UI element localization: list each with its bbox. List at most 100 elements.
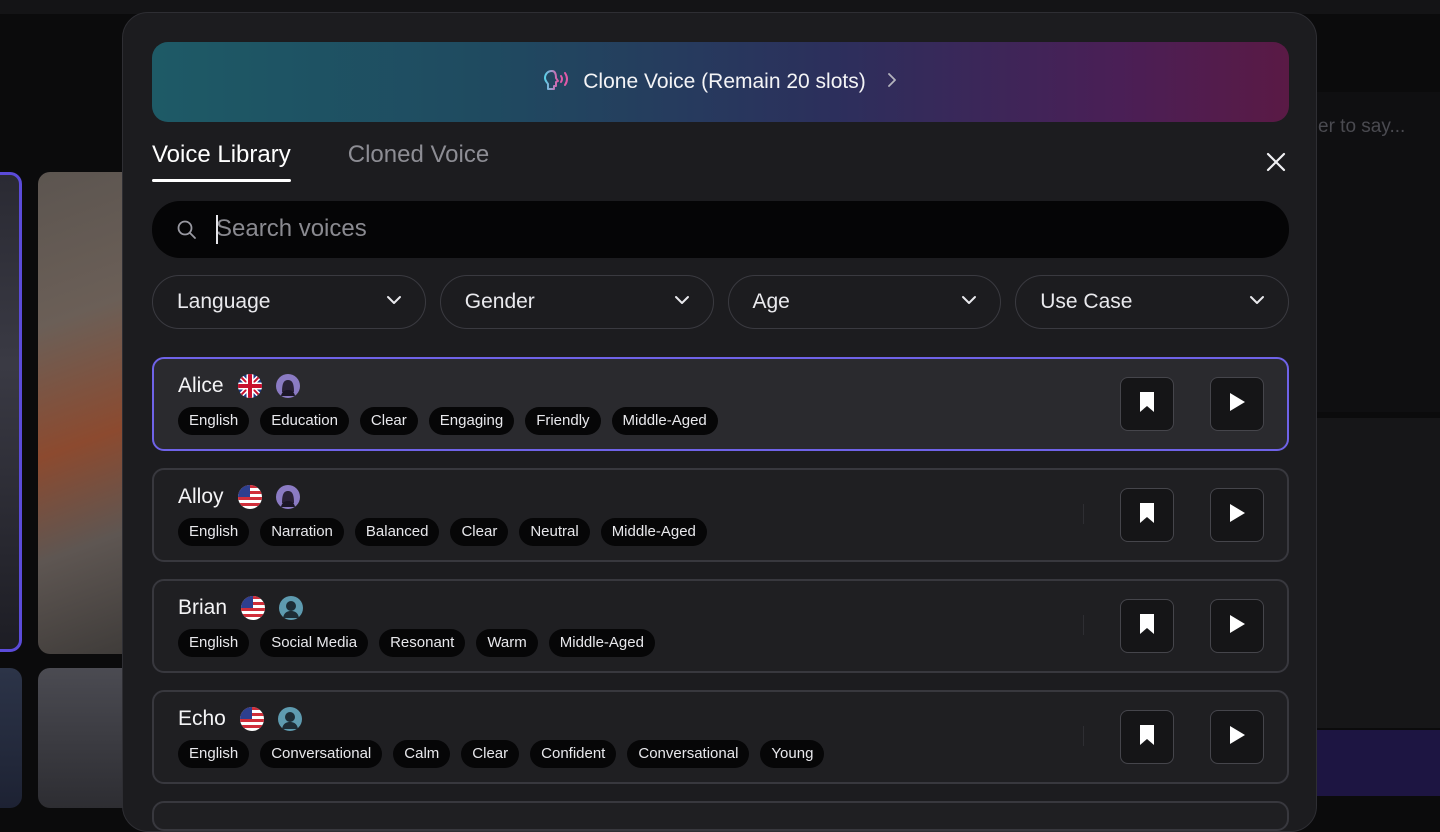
voice-tag: Balanced (355, 518, 440, 546)
bookmark-icon (1138, 391, 1156, 418)
background-video-card (0, 668, 22, 808)
voice-tag: Confident (530, 740, 616, 768)
voice-list: Alice English Education Clear Engaging Frien… (152, 357, 1289, 831)
tab-cloned-voice[interactable]: Cloned Voice (348, 139, 489, 181)
background-action-bar (1316, 730, 1440, 796)
search-icon (176, 219, 198, 246)
voice-name-row: Alloy (178, 483, 300, 511)
voice-tags: English Narration Balanced Clear Neutral Midd… (178, 518, 707, 546)
voice-tag: English (178, 740, 249, 768)
use-case-filter-dropdown[interactable]: Use Case (1015, 275, 1289, 329)
search-bar (152, 201, 1289, 258)
divider (1083, 726, 1084, 746)
female-avatar-icon (276, 374, 300, 398)
voice-name-row: Brian (178, 594, 303, 622)
voice-tag: Neutral (519, 518, 589, 546)
background-script-placeholder: er to say... (1318, 116, 1405, 138)
background-video-card (0, 172, 22, 652)
voice-tag: Young (760, 740, 824, 768)
background-panel-lower (1316, 418, 1440, 728)
voice-tag: Social Media (260, 629, 368, 657)
voice-tag: Friendly (525, 407, 600, 435)
us-flag-icon (238, 485, 262, 509)
background-script-panel (1316, 92, 1440, 412)
clone-voice-button[interactable]: Clone Voice (Remain 20 slots) (152, 42, 1289, 122)
play-button[interactable] (1210, 599, 1264, 653)
voice-tag: Middle-Aged (549, 629, 655, 657)
voice-tag: Education (260, 407, 349, 435)
voice-tabs: Voice Library Cloned Voice (152, 139, 489, 183)
uk-flag-icon (238, 374, 262, 398)
bookmark-button[interactable] (1120, 488, 1174, 542)
voice-wave-icon (543, 68, 571, 97)
bookmark-icon (1138, 613, 1156, 640)
voice-tag: English (178, 407, 249, 435)
voice-tags: English Conversational Calm Clear Confident C… (178, 740, 824, 768)
male-avatar-icon (279, 596, 303, 620)
voice-item-brian[interactable]: Brian English Social Media Resonant Warm Mid… (152, 579, 1289, 673)
us-flag-icon (241, 596, 265, 620)
bookmark-icon (1138, 502, 1156, 529)
age-filter-dropdown[interactable]: Age (728, 275, 1002, 329)
bookmark-button[interactable] (1120, 377, 1174, 431)
divider (1083, 504, 1084, 524)
voice-item-echo[interactable]: Echo English Conversational Calm Clear Confi… (152, 690, 1289, 784)
chevron-down-icon (1248, 293, 1266, 311)
male-avatar-icon (278, 707, 302, 731)
chevron-down-icon (960, 293, 978, 311)
voice-picker-modal: Clone Voice (Remain 20 slots) Voice Libr… (122, 12, 1317, 832)
voice-tag: Clear (461, 740, 519, 768)
filter-label: Language (177, 290, 270, 314)
text-cursor (216, 215, 218, 244)
voice-tag: Warm (476, 629, 537, 657)
voice-tag: Conversational (627, 740, 749, 768)
gender-filter-dropdown[interactable]: Gender (440, 275, 714, 329)
filter-label: Age (753, 290, 790, 314)
filter-row: Language Gender Age Use Case (152, 275, 1289, 329)
bookmark-icon (1138, 724, 1156, 751)
voice-tags: English Education Clear Engaging Friendly Mid… (178, 407, 718, 435)
voice-item-partial[interactable] (152, 801, 1289, 831)
play-button[interactable] (1210, 488, 1264, 542)
close-icon[interactable] (1263, 149, 1289, 175)
voice-tag: Calm (393, 740, 450, 768)
voice-tag: Conversational (260, 740, 382, 768)
voice-tag: Engaging (429, 407, 514, 435)
bookmark-button[interactable] (1120, 710, 1174, 764)
voice-tag: Resonant (379, 629, 465, 657)
play-icon (1228, 725, 1246, 750)
filter-label: Use Case (1040, 290, 1132, 314)
voice-item-alice[interactable]: Alice English Education Clear Engaging Frien… (152, 357, 1289, 451)
play-icon (1228, 503, 1246, 528)
voice-name: Echo (178, 707, 226, 731)
language-filter-dropdown[interactable]: Language (152, 275, 426, 329)
chevron-down-icon (385, 293, 403, 311)
divider (1083, 615, 1084, 635)
chevron-right-icon (886, 71, 898, 94)
voice-name-row: Alice (178, 372, 300, 400)
us-flag-icon (240, 707, 264, 731)
play-icon (1228, 392, 1246, 417)
play-icon (1228, 614, 1246, 639)
play-button[interactable] (1210, 377, 1264, 431)
voice-name: Alloy (178, 485, 224, 509)
voice-tag: Narration (260, 518, 344, 546)
female-avatar-icon (276, 485, 300, 509)
voice-tag: Clear (450, 518, 508, 546)
voice-tag: Middle-Aged (612, 407, 718, 435)
search-input[interactable] (216, 211, 1256, 247)
voice-name: Alice (178, 374, 224, 398)
voice-tag: Clear (360, 407, 418, 435)
bookmark-button[interactable] (1120, 599, 1174, 653)
filter-label: Gender (465, 290, 535, 314)
voice-tag: English (178, 518, 249, 546)
voice-tag: English (178, 629, 249, 657)
voice-tag: Middle-Aged (601, 518, 707, 546)
voice-name-row: Echo (178, 705, 302, 733)
chevron-down-icon (673, 293, 691, 311)
tab-voice-library[interactable]: Voice Library (152, 139, 291, 181)
play-button[interactable] (1210, 710, 1264, 764)
voice-item-alloy[interactable]: Alloy English Narration Balanced Clear Neutr… (152, 468, 1289, 562)
clone-voice-label: Clone Voice (Remain 20 slots) (583, 70, 865, 94)
voice-name: Brian (178, 596, 227, 620)
